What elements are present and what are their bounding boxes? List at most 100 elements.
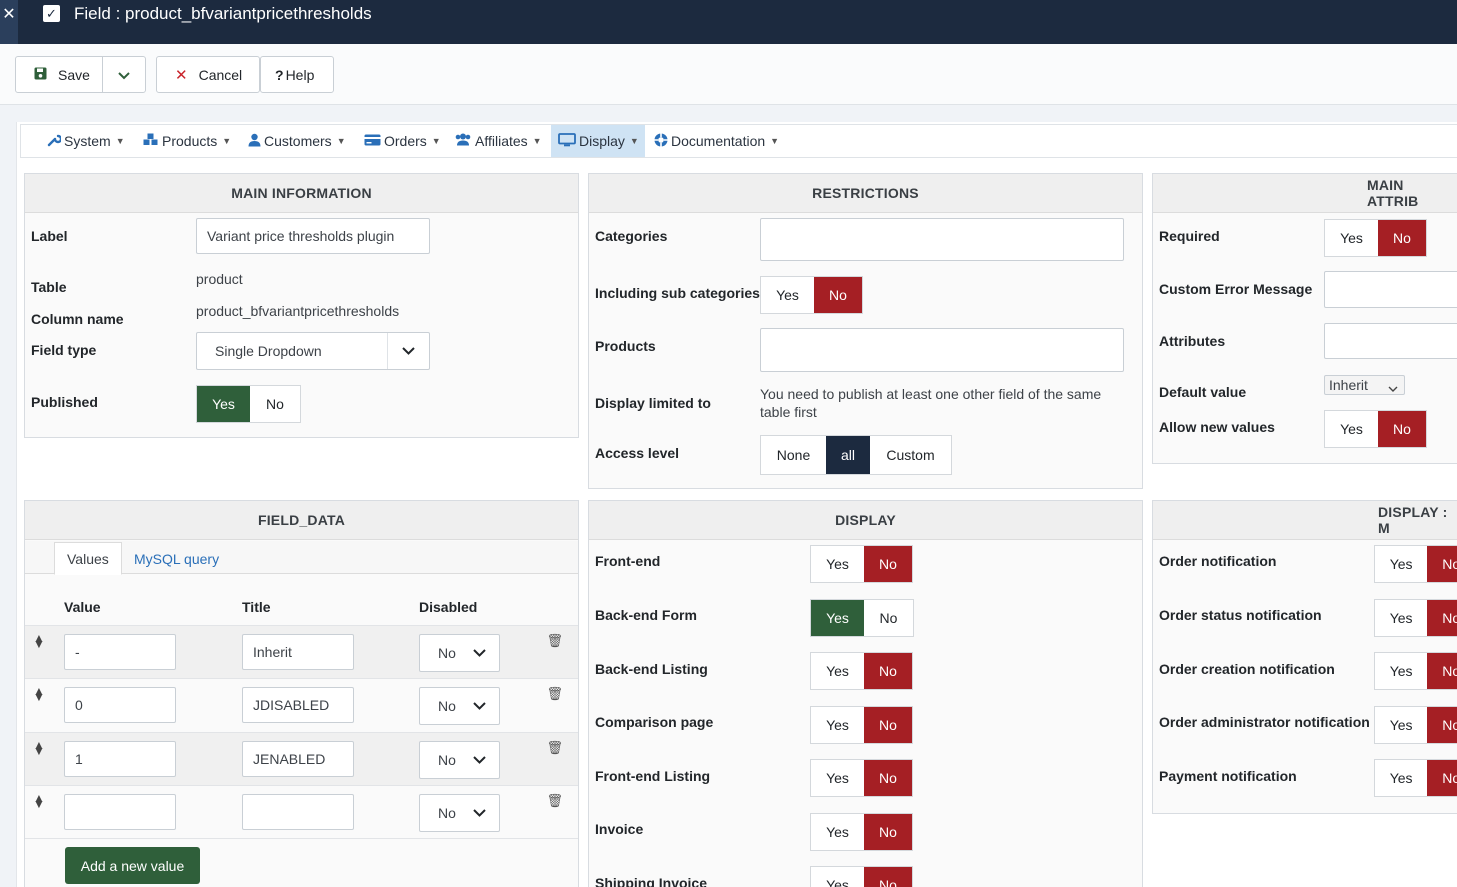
shipping-invoice-toggle[interactable]: Yes No <box>810 866 913 887</box>
sub-categories-no[interactable]: No <box>814 277 862 313</box>
access-none[interactable]: None <box>761 436 826 474</box>
title-input[interactable] <box>242 794 354 830</box>
front-end-toggle[interactable]: Yes No <box>810 545 913 583</box>
cancel-button[interactable]: ✕ Cancel <box>156 56 260 93</box>
payment-notification-toggle[interactable]: Yes No <box>1374 759 1457 797</box>
disabled-select[interactable]: No <box>419 741 500 779</box>
access-custom[interactable]: Custom <box>870 436 951 474</box>
allow-new-values-yes[interactable]: Yes <box>1325 411 1378 447</box>
sub-categories-toggle[interactable]: Yes No <box>760 276 863 314</box>
toggle-no[interactable]: No <box>864 707 912 743</box>
back-end-form-toggle[interactable]: Yes No <box>810 599 914 637</box>
toggle-no[interactable]: No <box>1427 546 1457 582</box>
allow-new-values-toggle[interactable]: Yes No <box>1324 410 1427 448</box>
sub-categories-yes[interactable]: Yes <box>761 277 814 313</box>
value-input[interactable]: 1 <box>64 741 176 777</box>
toggle-no[interactable]: No <box>864 653 912 689</box>
tab-values[interactable]: Values <box>54 542 122 575</box>
published-label: Published <box>31 394 98 410</box>
attributes-input[interactable] <box>1324 323 1457 359</box>
menu-display[interactable]: Display ▼ <box>551 125 645 157</box>
trash-icon[interactable]: 🗑 <box>546 686 563 702</box>
required-no[interactable]: No <box>1378 220 1426 256</box>
comparison-page-toggle[interactable]: Yes No <box>810 706 913 744</box>
menu-documentation[interactable]: Documentation ▼ <box>654 125 779 157</box>
field-type-select[interactable]: Single Dropdown <box>196 332 430 370</box>
order-status-notification-toggle[interactable]: Yes No <box>1374 599 1457 637</box>
published-toggle[interactable]: Yes No <box>196 385 301 423</box>
back-end-listing-toggle[interactable]: Yes No <box>810 652 913 690</box>
order-admin-notification-label: Order administrator notification <box>1159 714 1370 730</box>
order-creation-notification-toggle[interactable]: Yes No <box>1374 652 1457 690</box>
access-all[interactable]: all <box>826 436 870 474</box>
title-input[interactable]: JENABLED <box>242 741 354 777</box>
toggle-no[interactable]: No <box>1427 600 1457 636</box>
toggle-yes[interactable]: Yes <box>811 760 864 796</box>
title-input[interactable]: Inherit <box>242 634 354 670</box>
front-end-listing-toggle[interactable]: Yes No <box>810 759 913 797</box>
toggle-no[interactable]: No <box>864 600 913 636</box>
drag-handle-icon[interactable]: ▲ ▼ <box>33 792 45 810</box>
save-button[interactable]: Save <box>15 56 103 93</box>
toggle-yes[interactable]: Yes <box>1375 546 1427 582</box>
drag-handle-icon[interactable]: ▲ ▼ <box>33 685 45 703</box>
published-yes[interactable]: Yes <box>197 386 250 422</box>
order-notification-toggle[interactable]: Yes No <box>1374 545 1457 583</box>
toggle-yes[interactable]: Yes <box>1375 600 1427 636</box>
order-admin-notification-toggle[interactable]: Yes No <box>1374 706 1457 744</box>
toggle-yes[interactable]: Yes <box>811 814 864 850</box>
disabled-select[interactable]: No <box>419 794 500 832</box>
required-yes[interactable]: Yes <box>1325 220 1378 256</box>
toggle-yes[interactable]: Yes <box>1375 707 1427 743</box>
required-toggle[interactable]: Yes No <box>1324 219 1427 257</box>
published-no[interactable]: No <box>250 386 300 422</box>
value-input[interactable] <box>64 794 176 830</box>
drag-handle-icon[interactable]: ▲ ▼ <box>33 739 45 757</box>
title-input[interactable]: JDISABLED <box>242 687 354 723</box>
toggle-no[interactable]: No <box>1427 760 1457 796</box>
joomla-logo-icon[interactable]: ✕ <box>0 0 18 44</box>
help-button[interactable]: ? Help <box>260 56 334 93</box>
tab-mysql-query[interactable]: MySQL query <box>122 542 231 575</box>
trash-icon[interactable]: 🗑 <box>546 633 563 649</box>
drag-handle-icon[interactable]: ▲ ▼ <box>33 632 45 650</box>
caret-down-icon: ▼ <box>431 136 441 146</box>
label-input[interactable]: Variant price thresholds plugin <box>196 218 430 254</box>
trash-icon[interactable]: 🗑 <box>546 740 563 756</box>
toggle-yes[interactable]: Yes <box>811 707 864 743</box>
toggle-yes[interactable]: Yes <box>1375 760 1427 796</box>
add-new-value-button[interactable]: Add a new value <box>65 847 200 884</box>
invoice-toggle[interactable]: Yes No <box>810 813 913 851</box>
toggle-yes[interactable]: Yes <box>1375 653 1427 689</box>
save-dropdown-button[interactable] <box>102 56 146 93</box>
menu-affiliates[interactable]: Affiliates ▼ <box>454 125 542 157</box>
back-end-listing-label: Back-end Listing <box>595 661 708 677</box>
categories-input[interactable] <box>760 218 1124 261</box>
toggle-no[interactable]: No <box>864 760 912 796</box>
menu-orders[interactable]: Orders ▼ <box>364 125 441 157</box>
access-level-selector[interactable]: None all Custom <box>760 435 952 475</box>
toggle-yes[interactable]: Yes <box>811 867 864 887</box>
toggle-no[interactable]: No <box>864 546 912 582</box>
caret-down-icon: ▼ <box>115 136 125 146</box>
panel-heading: DISPLAY <box>589 501 1142 540</box>
disabled-select[interactable]: No <box>419 687 500 725</box>
toggle-no[interactable]: No <box>864 867 912 887</box>
menu-customers[interactable]: Customers ▼ <box>248 125 346 157</box>
trash-icon[interactable]: 🗑 <box>546 793 563 809</box>
toggle-no[interactable]: No <box>1427 653 1457 689</box>
allow-new-values-no[interactable]: No <box>1378 411 1426 447</box>
toggle-yes[interactable]: Yes <box>811 600 864 636</box>
disabled-select[interactable]: No <box>419 634 500 672</box>
products-input[interactable] <box>760 328 1124 372</box>
custom-error-input[interactable] <box>1324 271 1457 308</box>
toggle-no[interactable]: No <box>1427 707 1457 743</box>
toggle-yes[interactable]: Yes <box>811 546 864 582</box>
toggle-no[interactable]: No <box>864 814 912 850</box>
value-input[interactable]: - <box>64 634 176 670</box>
toggle-yes[interactable]: Yes <box>811 653 864 689</box>
default-value-select[interactable]: Inherit <box>1324 375 1405 395</box>
menu-products[interactable]: Products ▼ <box>143 125 231 157</box>
menu-system[interactable]: System ▼ <box>47 125 125 157</box>
value-input[interactable]: 0 <box>64 687 176 723</box>
